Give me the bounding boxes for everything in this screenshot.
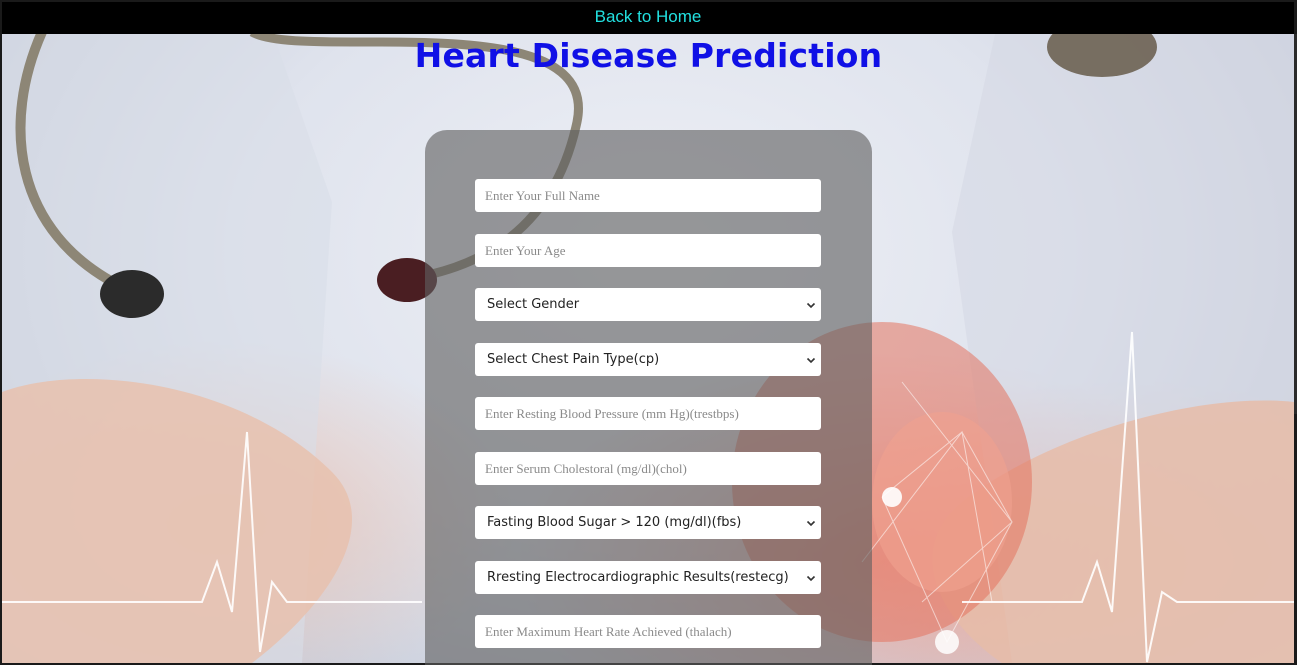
full-name-input[interactable] bbox=[475, 179, 821, 212]
page-title: Heart Disease Prediction bbox=[414, 36, 883, 75]
resting-ecg-select[interactable]: Rresting Electrocardiographic Results(re… bbox=[475, 561, 821, 594]
age-input[interactable] bbox=[475, 234, 821, 267]
max-heart-rate-input[interactable] bbox=[475, 615, 821, 648]
chest-pain-select[interactable]: Select Chest Pain Type(cp) bbox=[475, 343, 821, 376]
prediction-form: Select Gender Select Chest Pain Type(cp)… bbox=[425, 130, 872, 665]
fasting-blood-sugar-select[interactable]: Fasting Blood Sugar > 120 (mg/dl)(fbs) bbox=[475, 506, 821, 539]
gender-select[interactable]: Select Gender bbox=[475, 288, 821, 321]
resting-blood-pressure-input[interactable] bbox=[475, 397, 821, 430]
back-to-home-link[interactable]: Back to Home bbox=[595, 7, 702, 27]
serum-cholesterol-input[interactable] bbox=[475, 452, 821, 485]
top-nav-bar: Back to Home bbox=[2, 2, 1294, 34]
